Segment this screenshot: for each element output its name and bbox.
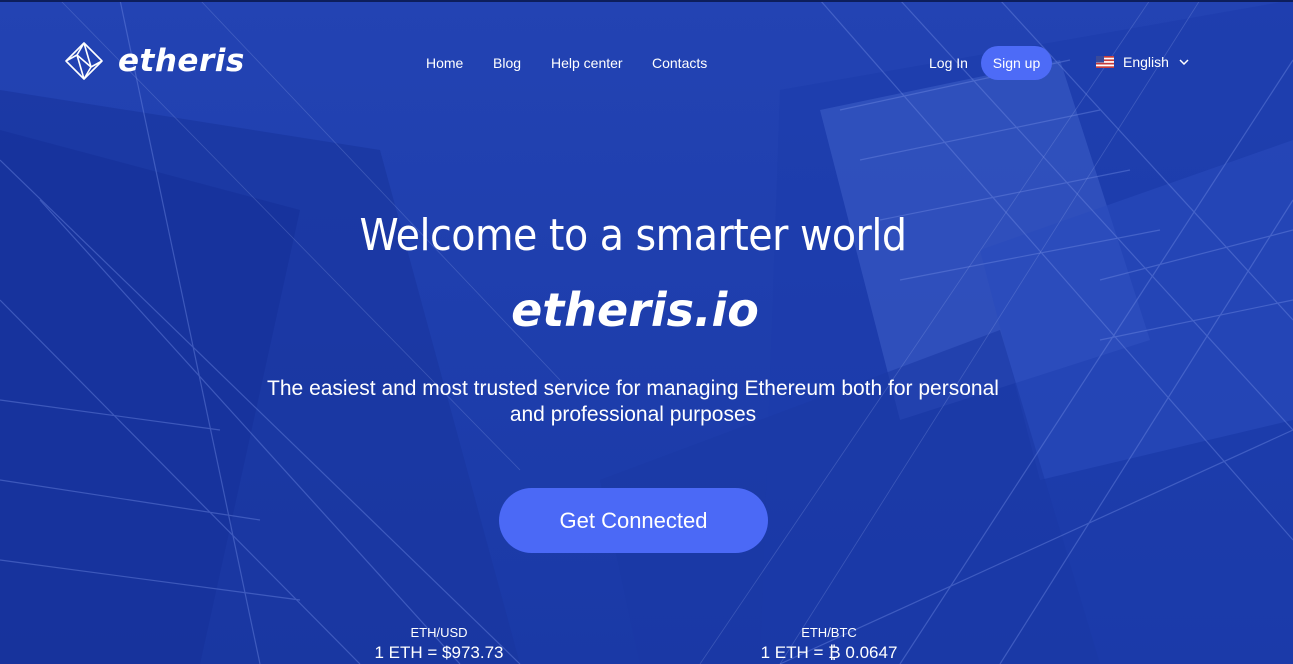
top-border bbox=[0, 0, 1293, 2]
nav-item-help-center[interactable]: Help center bbox=[551, 54, 623, 72]
rate-eth-usd: ETH/USD 1 ETH = $973.73 bbox=[339, 624, 539, 664]
nav-item-blog[interactable]: Blog bbox=[493, 54, 521, 72]
rate-value: 1 ETH = ₿ 0.0647 bbox=[760, 643, 898, 662]
hero-tagline: The easiest and most trusted service for… bbox=[267, 377, 999, 426]
us-flag-icon bbox=[1096, 56, 1114, 68]
chevron-down-icon bbox=[1179, 59, 1189, 65]
nav-item-home[interactable]: Home bbox=[426, 54, 463, 72]
nav-item-contacts[interactable]: Contacts bbox=[652, 54, 707, 72]
login-link[interactable]: Log In bbox=[929, 54, 968, 72]
rate-pair-label: ETH/BTC bbox=[801, 625, 857, 640]
language-label: English bbox=[1123, 54, 1169, 70]
get-connected-button[interactable]: Get Connected bbox=[499, 488, 768, 553]
hero-section: etheris Home Blog Help center Contacts L… bbox=[0, 0, 1293, 664]
hero-brand-title: etheris.io bbox=[511, 283, 759, 337]
rate-eth-btc: ETH/BTC 1 ETH = ₿ 0.0647 bbox=[729, 624, 929, 664]
signup-button[interactable]: Sign up bbox=[981, 46, 1052, 80]
rate-value: 1 ETH = $973.73 bbox=[374, 643, 504, 662]
hero-headline: Welcome to a smarter world bbox=[359, 210, 907, 261]
language-selector[interactable]: English bbox=[1096, 54, 1189, 70]
rate-pair-label: ETH/USD bbox=[410, 625, 468, 640]
